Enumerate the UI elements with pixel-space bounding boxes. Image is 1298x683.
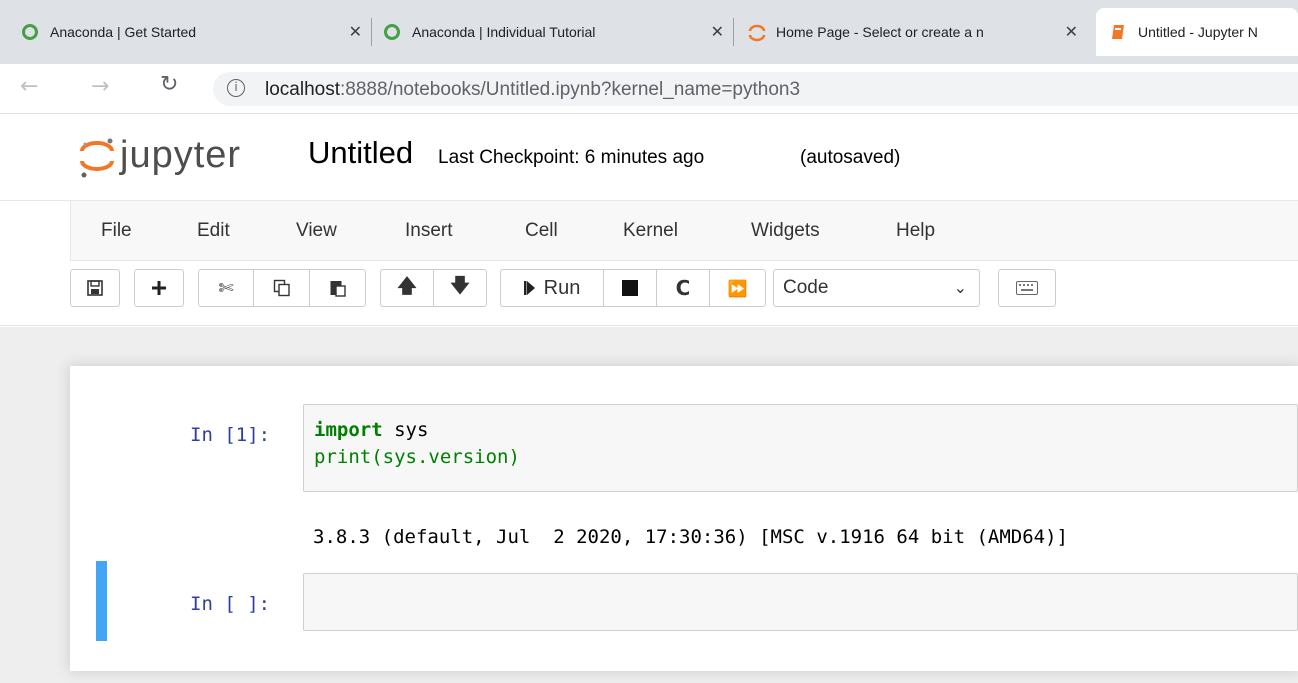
url-text: localhost:8888/notebooks/Untitled.ipynb?… xyxy=(265,79,800,101)
jupyter-logo-icon xyxy=(80,138,114,178)
command-palette-button[interactable] xyxy=(998,269,1056,307)
interrupt-kernel-button[interactable] xyxy=(603,269,657,307)
url-input[interactable]: i localhost:8888/notebooks/Untitled.ipyn… xyxy=(213,72,1298,106)
keyword: import xyxy=(314,419,383,441)
tab-title: Anaconda | Individual Tutorial xyxy=(412,24,596,40)
keyboard-icon xyxy=(1016,281,1038,295)
scissors-icon: ✄ xyxy=(218,277,234,299)
plus-icon xyxy=(152,281,166,295)
tab-anaconda-get-started[interactable]: Anaconda | Get Started ✕ xyxy=(22,14,362,50)
step-forward-icon xyxy=(523,281,535,295)
info-icon[interactable]: i xyxy=(227,79,245,97)
refresh-icon: C xyxy=(675,276,691,300)
menu-cell[interactable]: Cell xyxy=(525,220,558,242)
fast-forward-icon: ⏩ xyxy=(727,278,748,298)
restart-run-all-button[interactable]: ⏩ xyxy=(709,269,766,307)
anaconda-icon xyxy=(384,24,400,40)
cut-button[interactable]: ✄ xyxy=(198,269,254,307)
url-host: localhost xyxy=(265,79,340,100)
menu-widgets[interactable]: Widgets xyxy=(751,220,820,242)
jupyter-logo-text: jupyter xyxy=(120,134,242,176)
tab-anaconda-tutorial[interactable]: Anaconda | Individual Tutorial ✕ xyxy=(384,14,724,50)
code-editor: import sys print(sys.version) xyxy=(314,417,520,471)
cell-output: 3.8.3 (default, Jul 2 2020, 17:30:36) [M… xyxy=(313,526,1068,548)
save-button[interactable] xyxy=(70,269,120,307)
menu-help[interactable]: Help xyxy=(896,220,935,242)
tab-untitled-jupyter[interactable]: Untitled - Jupyter N xyxy=(1096,8,1298,56)
copy-icon xyxy=(273,279,290,297)
paste-icon xyxy=(330,281,346,297)
code-text: sys xyxy=(382,419,429,441)
close-icon[interactable]: ✕ xyxy=(349,22,362,41)
notebook-area: In [1]: import sys print(sys.version) 3.… xyxy=(0,327,1298,683)
notebook-container: In [1]: import sys print(sys.version) 3.… xyxy=(70,366,1298,671)
tab-jupyter-home[interactable]: Home Page - Select or create a n ✕ xyxy=(748,14,1078,50)
menu-view[interactable]: View xyxy=(296,220,337,242)
tab-title: Home Page - Select or create a n xyxy=(776,24,984,40)
menu-area: File Edit View Insert Cell Kernel Widget… xyxy=(0,200,1298,326)
checkpoint-status: Last Checkpoint: 6 minutes ago xyxy=(438,147,705,168)
menu-insert[interactable]: Insert xyxy=(405,220,453,242)
close-icon[interactable]: ✕ xyxy=(1065,22,1078,41)
code-text: print(sys.version) xyxy=(314,446,520,468)
move-down-button[interactable]: 🡇 xyxy=(433,269,487,307)
close-icon[interactable]: ✕ xyxy=(711,22,724,41)
jupyter-logo[interactable]: jupyter xyxy=(78,132,278,182)
cell-type-value: Code xyxy=(783,277,829,298)
address-bar: ← → ↻ i localhost:8888/notebooks/Untitle… xyxy=(0,64,1298,114)
back-icon[interactable]: ← xyxy=(20,74,38,99)
insert-cell-button[interactable] xyxy=(134,269,184,307)
menu-file[interactable]: File xyxy=(101,220,132,242)
tab-separator xyxy=(371,18,372,46)
save-icon xyxy=(87,280,103,296)
url-path: :8888/notebooks/Untitled.ipynb?kernel_na… xyxy=(340,79,801,100)
input-prompt: In [ ]: xyxy=(190,593,271,615)
tab-title: Anaconda | Get Started xyxy=(50,24,197,40)
move-up-button[interactable]: 🡅 xyxy=(380,269,434,307)
browser-tab-strip: Anaconda | Get Started ✕ Anaconda | Indi… xyxy=(0,0,1298,64)
tab-separator xyxy=(733,18,734,46)
copy-button[interactable] xyxy=(253,269,310,307)
menubar: File Edit View Insert Cell Kernel Widget… xyxy=(70,201,1298,261)
selected-cell-indicator xyxy=(96,561,107,641)
anaconda-icon xyxy=(22,24,38,40)
notebook-icon xyxy=(1110,24,1126,40)
tab-title: Untitled - Jupyter N xyxy=(1138,24,1258,40)
input-prompt: In [1]: xyxy=(190,424,271,446)
arrow-down-icon: 🡇 xyxy=(450,275,470,297)
code-cell-input[interactable]: import sys print(sys.version) xyxy=(303,404,1298,492)
menu-edit[interactable]: Edit xyxy=(197,220,230,242)
autosave-status: (autosaved) xyxy=(800,147,901,168)
stop-icon xyxy=(622,280,638,296)
forward-icon[interactable]: → xyxy=(91,74,109,99)
restart-kernel-button[interactable]: C xyxy=(656,269,710,307)
code-cell-input[interactable] xyxy=(303,573,1298,631)
run-button[interactable]: Run xyxy=(500,269,604,307)
reload-icon[interactable]: ↻ xyxy=(160,72,178,97)
paste-button[interactable] xyxy=(309,269,366,307)
run-label: Run xyxy=(543,276,581,299)
arrow-up-icon: 🡅 xyxy=(397,275,417,297)
jupyter-header: jupyter Untitled Last Checkpoint: 6 minu… xyxy=(0,114,1298,200)
jupyter-icon xyxy=(748,24,766,42)
notebook-title[interactable]: Untitled xyxy=(308,135,413,171)
menu-kernel[interactable]: Kernel xyxy=(623,220,678,242)
cell-type-select[interactable]: Code ⌄ xyxy=(773,269,980,307)
chevron-down-icon: ⌄ xyxy=(953,278,967,297)
